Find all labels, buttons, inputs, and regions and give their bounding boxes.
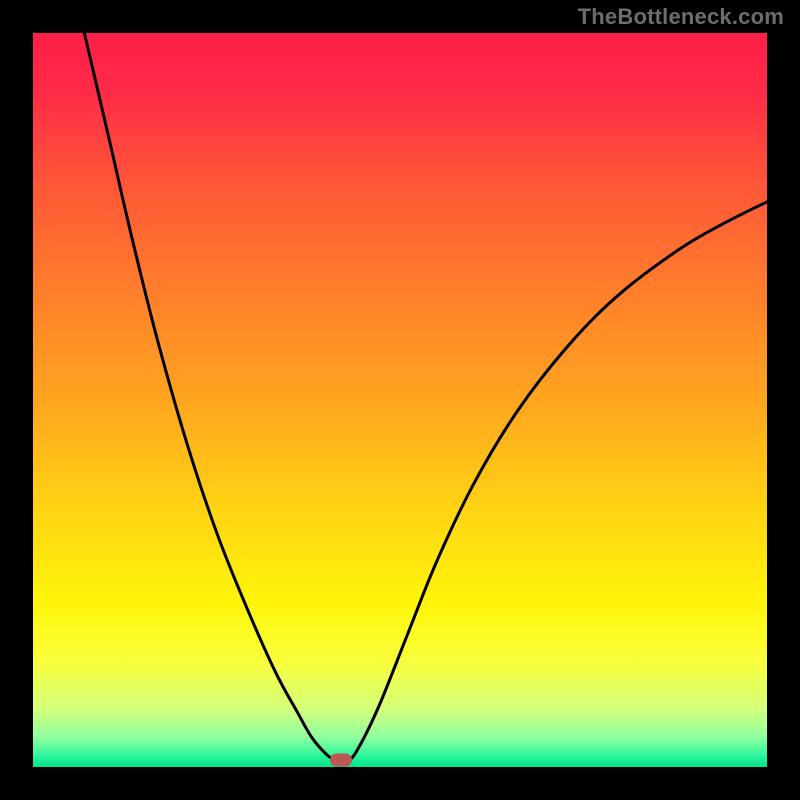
bottleneck-curve	[33, 33, 767, 767]
curve-left-branch	[84, 33, 335, 760]
watermark-text: TheBottleneck.com	[578, 4, 784, 30]
optimal-point-marker	[330, 754, 352, 767]
curve-right-branch	[347, 202, 767, 761]
chart-frame: TheBottleneck.com	[0, 0, 800, 800]
plot-area	[33, 33, 767, 767]
